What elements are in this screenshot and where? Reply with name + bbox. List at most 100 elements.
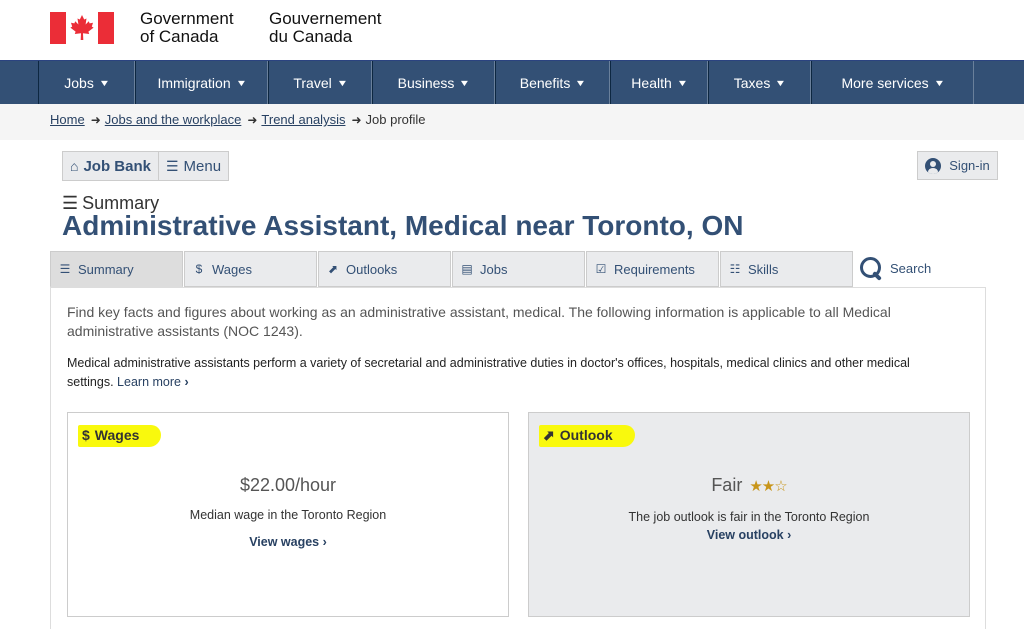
outlook-heading-text: Outlook bbox=[559, 427, 613, 443]
summary-panel: Find key facts and figures about working… bbox=[50, 287, 986, 629]
dollar-icon: $ bbox=[82, 427, 90, 443]
menu-item-taxes[interactable]: Taxes ▼ bbox=[708, 61, 811, 104]
view-outlook-label: View outlook bbox=[706, 528, 784, 542]
main-menu: Jobs ▼ Immigration ▼ Travel ▼ Business ▼ Ben… bbox=[0, 60, 1024, 104]
description-body: Medical administrative assistants perfor… bbox=[67, 356, 910, 389]
menu-item-benefits[interactable]: Benefits ▼ bbox=[495, 61, 610, 104]
tab-label: Requirements bbox=[614, 261, 695, 277]
menu-item-label: Immigration bbox=[157, 74, 231, 91]
menu-item-label: Jobs bbox=[64, 74, 94, 91]
dollar-icon: $ bbox=[195, 262, 203, 276]
median-wage-label: Median wage in the Toronto Region bbox=[189, 508, 387, 522]
chevron-down-icon: ▼ bbox=[676, 77, 689, 88]
tab-requirements[interactable]: ☑ Requirements bbox=[586, 251, 719, 287]
home-icon: ⌂ bbox=[70, 158, 79, 174]
chevron-right-icon: › bbox=[787, 528, 792, 542]
menu-item-label: Business bbox=[397, 74, 455, 91]
list-icon: ☰ bbox=[59, 262, 71, 276]
menu-item-label: Taxes bbox=[733, 74, 771, 91]
gov-signature-en[interactable]: Government of Canada bbox=[140, 10, 234, 46]
chevron-down-icon: ▼ bbox=[933, 77, 945, 88]
jobbank-label: Job Bank bbox=[83, 157, 151, 175]
checkbox-icon: ☑ bbox=[595, 262, 607, 276]
trend-chart-icon: ⬈ bbox=[327, 262, 339, 276]
menu-item-immigration[interactable]: Immigration ▼ bbox=[135, 61, 268, 104]
jobbank-home-button[interactable]: ⌂ Job Bank bbox=[63, 152, 159, 180]
arrow-right-icon: ➜ bbox=[247, 113, 258, 127]
breadcrumb-link-job-bank[interactable]: Trend analysis bbox=[261, 112, 345, 127]
chevron-down-icon: ▼ bbox=[774, 77, 787, 88]
menu-label: Menu bbox=[183, 157, 222, 175]
median-wage-value: $22.00/hour bbox=[239, 475, 337, 495]
outlook-description: The job outlook is fair in the Toronto R… bbox=[628, 510, 870, 524]
jobbank-toolbar: ⌂ Job Bank ☰ Menu bbox=[62, 151, 230, 181]
gov-signature-fr-line2: du Canada bbox=[269, 27, 353, 46]
checklist-icon: ☷ bbox=[729, 262, 741, 276]
breadcrumb-bar: Home ➜ Jobs and the workplace ➜ Trend analys… bbox=[0, 104, 1024, 140]
gov-signature-en-line1: Government bbox=[140, 9, 234, 28]
menu-item-more-services[interactable]: More services ▼ bbox=[811, 61, 974, 104]
signin-button[interactable]: Sign-in bbox=[917, 151, 998, 180]
learn-more-label: Learn more bbox=[117, 375, 181, 389]
tab-jobs[interactable]: ▤ Jobs bbox=[452, 251, 585, 287]
hamburger-icon: ☰ bbox=[165, 157, 179, 174]
chevron-down-icon: ▼ bbox=[459, 77, 471, 88]
wages-heading-text: Wages bbox=[94, 427, 140, 443]
outlook-card: ⬈ Outlook Fair ★★☆ The job outlook is fa… bbox=[528, 412, 970, 617]
page-title: Administrative Assistant, Medical near T… bbox=[62, 210, 744, 241]
tab-label: Summary bbox=[78, 261, 134, 277]
trend-chart-icon: ⬈ bbox=[543, 426, 555, 443]
intro-text: Find key facts and figures about working… bbox=[67, 304, 891, 339]
arrow-right-icon: ➜ bbox=[90, 113, 101, 127]
menu-item-label: Health bbox=[631, 74, 672, 91]
tab-summary[interactable]: ☰ Summary bbox=[50, 251, 183, 287]
outlook-value-text: Fair bbox=[711, 475, 743, 495]
menu-item-jobs[interactable]: Jobs ▼ bbox=[38, 61, 135, 104]
tab-wages[interactable]: $ Wages bbox=[184, 251, 317, 287]
gov-header: Government of Canada Gouvernement du Can… bbox=[0, 0, 1024, 60]
chevron-down-icon: ▼ bbox=[574, 77, 587, 88]
star-rating-icon: ★★☆ bbox=[749, 478, 787, 495]
breadcrumb-current: Job profile bbox=[365, 112, 426, 127]
chevron-right-icon: › bbox=[322, 535, 327, 549]
chevron-down-icon: ▼ bbox=[336, 77, 348, 88]
menu-button[interactable]: ☰ Menu bbox=[159, 152, 228, 180]
menu-item-label: Benefits bbox=[519, 74, 571, 91]
search-icon bbox=[858, 255, 884, 281]
tab-label: Skills bbox=[748, 261, 779, 277]
chevron-down-icon: ▼ bbox=[98, 77, 111, 88]
outlook-value: Fair ★★☆ bbox=[529, 475, 969, 496]
menu-item-label: More services bbox=[841, 74, 929, 91]
breadcrumb-link-jobs-workplace[interactable]: Jobs and the workplace bbox=[105, 112, 242, 127]
gov-signature-fr[interactable]: Gouvernement du Canada bbox=[269, 10, 381, 46]
chevron-right-icon: › bbox=[184, 375, 189, 389]
outlook-card-heading: ⬈ Outlook bbox=[539, 425, 635, 447]
signin-label: Sign-in bbox=[949, 158, 990, 173]
menu-item-label: Travel bbox=[293, 74, 332, 91]
menu-item-travel[interactable]: Travel ▼ bbox=[268, 61, 372, 104]
description-text: Medical administrative assistants perfor… bbox=[67, 354, 947, 392]
wages-card: $ Wages $22.00/hour Median wage in the T… bbox=[67, 412, 509, 617]
tab-label: Jobs bbox=[480, 261, 508, 277]
view-wages-link[interactable]: View wages › bbox=[68, 535, 508, 549]
arrow-right-icon: ➜ bbox=[351, 113, 362, 127]
user-icon bbox=[925, 157, 942, 174]
wages-card-heading: $ Wages bbox=[78, 425, 162, 447]
newspaper-icon: ▤ bbox=[461, 262, 473, 276]
gov-signature-fr-line1: Gouvernement bbox=[269, 9, 382, 28]
search-label: Search bbox=[890, 260, 932, 276]
canada-flag-icon[interactable] bbox=[50, 12, 114, 44]
tab-skills[interactable]: ☷ Skills bbox=[720, 251, 853, 287]
tab-label: Wages bbox=[212, 261, 252, 277]
view-wages-label: View wages bbox=[249, 535, 320, 549]
menu-item-health[interactable]: Health ▼ bbox=[610, 61, 708, 104]
breadcrumb: Home ➜ Jobs and the workplace ➜ Trend analys… bbox=[50, 112, 426, 127]
chevron-down-icon: ▼ bbox=[235, 77, 247, 88]
tab-outlooks[interactable]: ⬈ Outlooks bbox=[318, 251, 451, 287]
gov-signature-en-line2: of Canada bbox=[140, 27, 219, 46]
breadcrumb-link-home[interactable]: Home bbox=[50, 112, 85, 127]
view-outlook-link[interactable]: View outlook › bbox=[529, 528, 969, 542]
search-button[interactable]: Search bbox=[858, 253, 931, 283]
learn-more-link[interactable]: Learn more › bbox=[117, 375, 189, 389]
menu-item-business[interactable]: Business ▼ bbox=[372, 61, 495, 104]
